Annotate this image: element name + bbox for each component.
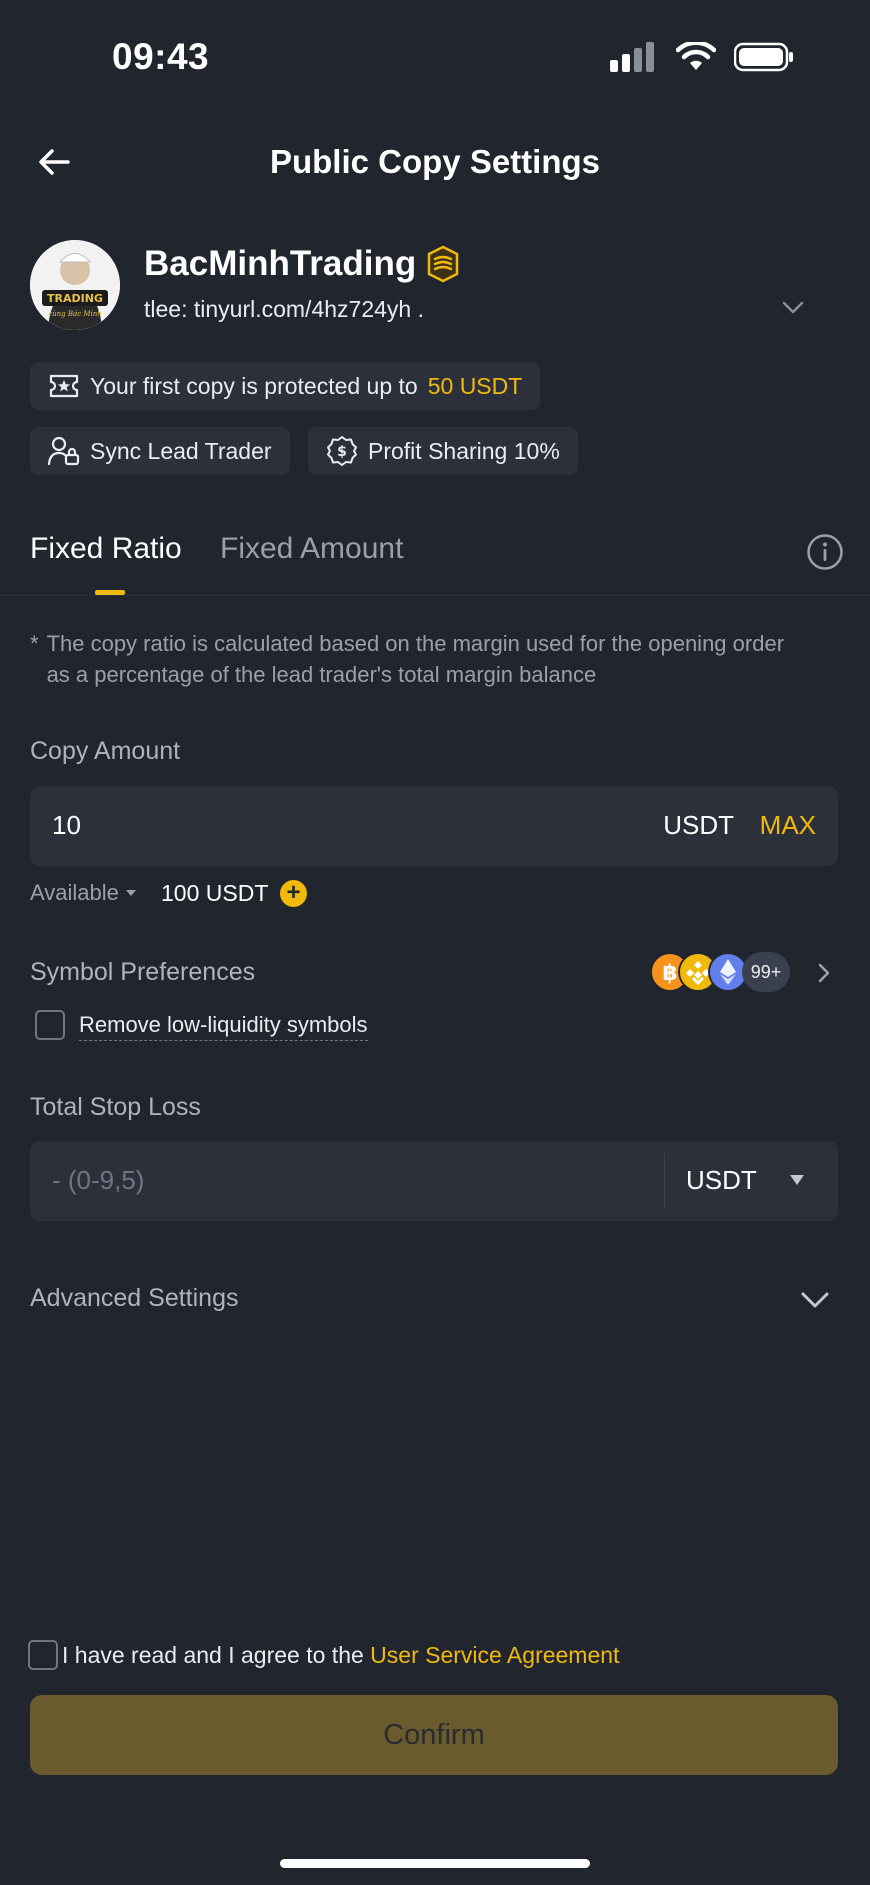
page-title: Public Copy Settings [269, 143, 601, 180]
trader-subtitle: tlee: tinyurl.com/4hz724yh . [144, 296, 424, 322]
cellular-signal-icon [610, 42, 654, 72]
battery-icon [734, 42, 793, 72]
tab-fixed-amount[interactable]: Fixed Amount [220, 532, 403, 566]
available-label: Available [30, 880, 119, 905]
profit-text: Profit Sharing 10% [368, 437, 560, 464]
remove-low-liquidity-checkbox[interactable] [35, 1010, 65, 1040]
avatar-text-top: TRADING [47, 292, 103, 305]
stop-loss-input[interactable]: - (0-9,5) USDT [30, 1141, 838, 1221]
caret-down-icon [125, 890, 136, 896]
max-button[interactable]: MAX [760, 810, 816, 841]
status-time: 09:43 [112, 36, 210, 77]
copy-amount-input[interactable]: 10 USDT MAX [30, 786, 838, 866]
info-icon[interactable] [806, 533, 844, 571]
status-icons [610, 42, 794, 72]
stop-loss-divider [664, 1153, 665, 1209]
note-text: The copy ratio is calculated based on th… [46, 631, 785, 687]
symbol-coin-stack[interactable]: ฿ 99+ [650, 952, 790, 992]
ticket-star-icon [49, 374, 79, 398]
copy-amount-label: Copy Amount [30, 737, 181, 765]
sync-lead-trader-chip: Sync Lead Trader [30, 427, 290, 475]
agreement-text: I have read and I agree to the User Serv… [62, 1642, 619, 1669]
copy-ratio-note: * The copy ratio is calculated based on … [30, 628, 810, 690]
protection-amount: 50 USDT [427, 372, 523, 399]
tab-fixed-ratio[interactable]: Fixed Ratio [30, 532, 182, 566]
available-balance: 100 USDT [161, 880, 269, 906]
wifi-icon [676, 42, 716, 70]
agreement-checkbox[interactable] [28, 1640, 58, 1670]
note-marker: * [30, 631, 39, 656]
user-lock-icon [48, 436, 80, 466]
copy-protection-chip: Your first copy is protected up to 50 US… [30, 362, 541, 410]
more-symbols-badge: 99+ [742, 952, 790, 992]
copy-amount-unit: USDT [663, 810, 734, 840]
avatar-text-bottom: cùng Bác Minh [48, 310, 102, 318]
avatar: TRADING cùng Bác Minh [30, 240, 120, 330]
profit-sharing-chip: $ Profit Sharing 10% [308, 427, 578, 475]
symbol-preferences-label[interactable]: Symbol Preferences [30, 958, 255, 987]
stop-loss-placeholder[interactable]: - (0-9,5) [52, 1165, 144, 1196]
total-stop-loss-label: Total Stop Loss [30, 1093, 201, 1121]
stop-loss-unit[interactable]: USDT [686, 1165, 757, 1196]
caret-down-icon[interactable] [788, 1173, 806, 1187]
copy-amount-value[interactable]: 10 [52, 810, 81, 841]
chevron-right-icon[interactable] [814, 961, 834, 985]
agreement-prefix: I have read and I agree to the [62, 1642, 364, 1668]
advanced-settings-label[interactable]: Advanced Settings [30, 1284, 238, 1313]
chevron-down-icon[interactable] [778, 296, 808, 318]
trader-name: BacMinhTrading [144, 244, 417, 283]
protection-text: Your first copy is protected up to [90, 372, 418, 399]
tab-divider [0, 595, 870, 596]
chevron-down-icon[interactable] [798, 1288, 832, 1312]
svg-text:$: $ [337, 444, 347, 460]
available-selector[interactable]: Available [30, 880, 137, 906]
add-funds-button[interactable]: + [280, 880, 307, 907]
home-indicator [280, 1859, 590, 1868]
trader-name-row: BacMinhTrading [144, 244, 462, 284]
verified-badge-icon [428, 245, 459, 283]
dollar-shield-icon: $ [327, 436, 357, 466]
user-service-agreement-link[interactable]: User Service Agreement [370, 1642, 619, 1668]
confirm-button[interactable]: Confirm [30, 1695, 838, 1775]
sync-text: Sync Lead Trader [90, 437, 272, 464]
remove-low-liquidity-label[interactable]: Remove low-liquidity symbols [79, 1012, 368, 1041]
svg-text:฿: ฿ [662, 961, 677, 986]
